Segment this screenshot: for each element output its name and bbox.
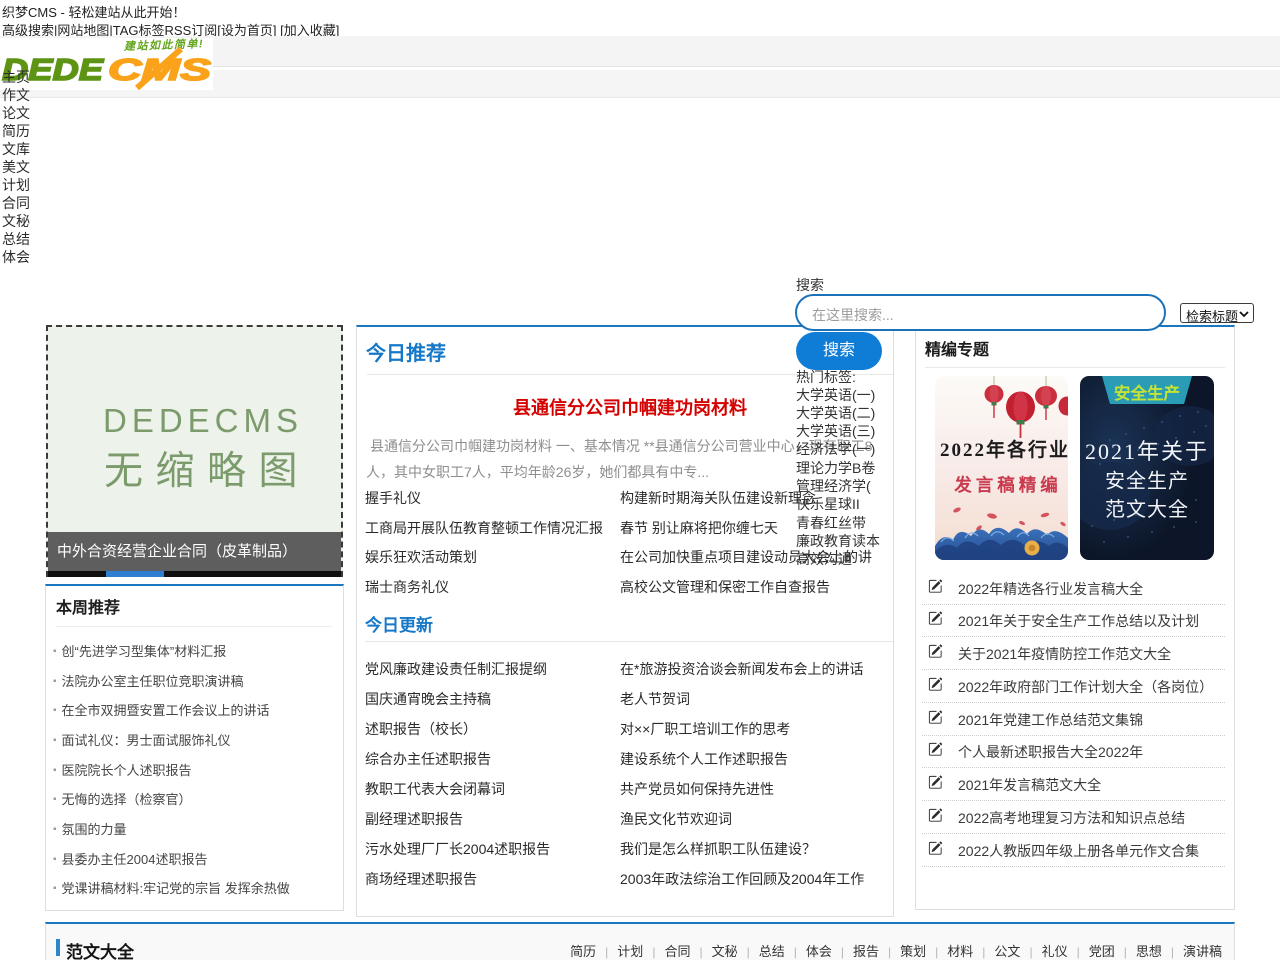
svg-text:2021年关于: 2021年关于 xyxy=(1085,439,1209,464)
svg-text:范文大全: 范文大全 xyxy=(1105,498,1189,521)
svg-text:建站如此简单!: 建站如此简单! xyxy=(123,38,205,53)
svg-text:2022年各行业: 2022年各行业 xyxy=(940,438,1068,461)
svg-text:安全生产: 安全生产 xyxy=(1114,383,1180,403)
svg-text:发言稿精编: 发言稿精编 xyxy=(953,475,1062,495)
svg-text:安全生产: 安全生产 xyxy=(1105,470,1189,493)
